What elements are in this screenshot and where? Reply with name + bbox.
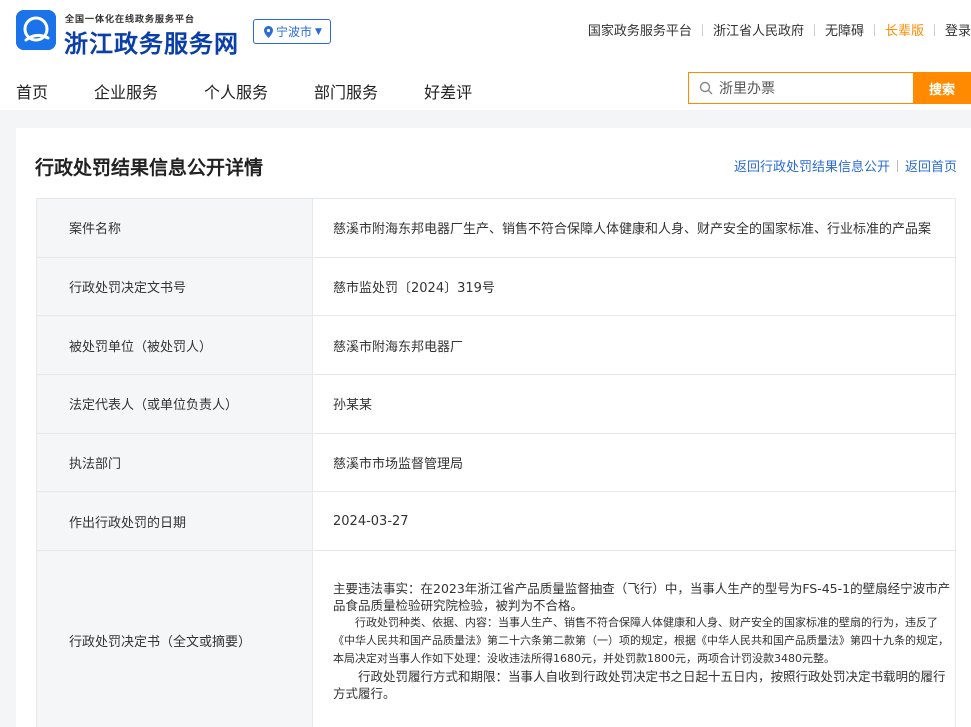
back-home-link[interactable]: 返回首页	[905, 156, 957, 175]
row-label: 案件名称	[36, 198, 313, 258]
table-row: 法定代表人（或单位负责人） 孙某某	[36, 374, 956, 434]
table-row: 作出行政处罚的日期 2024-03-27	[36, 491, 956, 552]
penalty-detail-table: 案件名称 慈溪市附海东邦电器厂生产、销售不符合保障人体健康和人身、财产安全的国家…	[36, 198, 956, 727]
row-label: 被处罚单位（被处罚人）	[36, 315, 313, 376]
nav-item-evaluation[interactable]: 好差评	[424, 79, 472, 103]
page-title: 行政处罚结果信息公开详情	[35, 157, 264, 179]
divider	[933, 23, 935, 36]
table-row: 案件名称 慈溪市附海东邦电器厂生产、销售不符合保障人体健康和人身、财产安全的国家…	[36, 198, 956, 258]
link-login[interactable]: 登录	[945, 20, 971, 39]
decision-text: 主要违法事实：在2023年浙江省产品质量监督抽查（飞行）中，当事人生产的型号为F…	[312, 550, 956, 727]
row-label: 行政处罚决定书（全文或摘要）	[36, 550, 313, 727]
search-bar: 浙里办票 搜索	[688, 72, 971, 104]
row-value: 慈溪市附海东邦电器厂	[312, 315, 956, 376]
nav-item-enterprise[interactable]: 企业服务	[94, 79, 158, 103]
divider	[701, 23, 703, 36]
row-value: 慈溪市市场监督管理局	[312, 432, 956, 493]
row-value: 慈市监处罚〔2024〕319号	[312, 256, 956, 317]
city-label: 宁波市	[276, 25, 313, 39]
row-label: 法定代表人（或单位负责人）	[36, 374, 313, 434]
link-national-platform[interactable]: 国家政务服务平台	[588, 20, 692, 39]
search-placeholder: 浙里办票	[719, 81, 775, 97]
zhejiang-logo-icon[interactable]	[16, 10, 56, 50]
row-value: 慈溪市附海东邦电器厂生产、销售不符合保障人体健康和人身、财产安全的国家标准、行业…	[312, 198, 956, 258]
search-input[interactable]: 浙里办票	[688, 72, 913, 104]
row-label: 行政处罚决定文书号	[36, 256, 313, 317]
detail-panel: 行政处罚结果信息公开详情 返回行政处罚结果信息公开 返回首页 案件名称 慈溪市附…	[16, 128, 971, 727]
site-title[interactable]: 浙江政务服务网	[64, 24, 239, 59]
divider	[896, 159, 898, 172]
row-value: 孙某某	[312, 374, 956, 434]
decision-penalty: 行政处罚种类、依据、内容：当事人生产、销售不符合保障人体健康和人身、财产安全的国…	[333, 615, 949, 665]
decision-fulfillment: 行政处罚履行方式和期限：当事人自收到行政处罚决定书之日起十五日内，按照行政处罚决…	[333, 668, 946, 701]
table-row: 行政处罚决定文书号 慈市监处罚〔2024〕319号	[36, 256, 956, 317]
row-value: 2024-03-27	[312, 491, 956, 552]
search-button[interactable]: 搜索	[913, 72, 971, 104]
search-icon	[699, 81, 713, 95]
location-pin-icon	[264, 25, 273, 38]
link-elder-mode[interactable]: 长辈版	[885, 20, 924, 39]
nav-item-department[interactable]: 部门服务	[314, 79, 378, 103]
link-accessibility[interactable]: 无障碍	[825, 20, 864, 39]
link-province-gov[interactable]: 浙江省人民政府	[713, 20, 804, 39]
table-row: 被处罚单位（被处罚人） 慈溪市附海东邦电器厂	[36, 315, 956, 376]
panel-links: 返回行政处罚结果信息公开 返回首页	[734, 156, 957, 175]
table-row: 执法部门 慈溪市市场监督管理局	[36, 432, 956, 493]
decision-facts: 主要违法事实：在2023年浙江省产品质量监督抽查（飞行）中，当事人生产的型号为F…	[333, 580, 951, 613]
divider	[813, 23, 815, 36]
table-row-decision: 行政处罚决定书（全文或摘要） 主要违法事实：在2023年浙江省产品质量监督抽查（…	[36, 550, 956, 727]
row-label: 执法部门	[36, 432, 313, 493]
divider	[873, 23, 875, 36]
chevron-down-icon: ▼	[315, 26, 322, 37]
top-header: 全国一体化在线政务服务平台 浙江政务服务网 宁波市 ▼ 国家政务服务平台 浙江省…	[0, 0, 971, 62]
row-label: 作出行政处罚的日期	[36, 491, 313, 552]
back-to-list-link[interactable]: 返回行政处罚结果信息公开	[734, 156, 890, 175]
nav-item-personal[interactable]: 个人服务	[204, 79, 268, 103]
city-selector[interactable]: 宁波市 ▼	[253, 19, 331, 44]
top-links: 国家政务服务平台 浙江省人民政府 无障碍 长辈版 登录	[588, 20, 971, 39]
nav-item-home[interactable]: 首页	[16, 79, 48, 103]
